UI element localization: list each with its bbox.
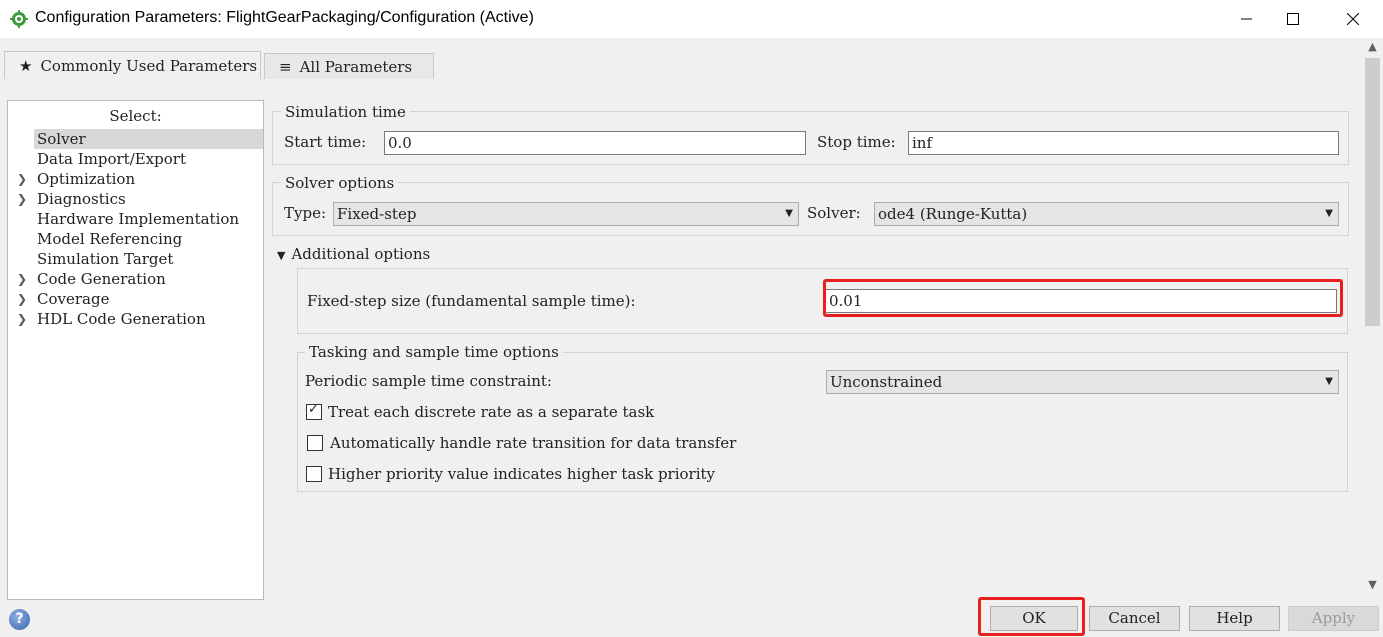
apply-button[interactable]: Apply	[1288, 606, 1379, 631]
tab-commonly-used-parameters[interactable]: ★ Commonly Used Parameters	[4, 51, 261, 79]
tree-item-solver[interactable]: Solver	[34, 129, 263, 149]
help-button[interactable]: Help	[1189, 606, 1280, 631]
close-button[interactable]	[1330, 0, 1376, 38]
chevron-right-icon[interactable]: ❯	[17, 309, 27, 329]
rate-transition-checkbox[interactable]	[307, 435, 323, 451]
tree-item-hardware-implementation[interactable]: Hardware Implementation	[8, 209, 263, 229]
chevron-right-icon[interactable]: ❯	[17, 289, 27, 309]
tree-item-data-import-export[interactable]: Data Import/Export	[8, 149, 263, 169]
tab-label: All Parameters	[299, 57, 413, 76]
step-size-highlight	[823, 279, 1343, 317]
tab-label: Commonly Used Parameters	[40, 56, 258, 75]
stop-time-label: Stop time:	[817, 133, 896, 151]
simulation-time-legend: Simulation time	[281, 103, 410, 121]
rate-transition-label[interactable]: Automatically handle rate transition for…	[330, 434, 736, 452]
minimize-icon	[1241, 18, 1252, 20]
ok-button-highlight	[978, 597, 1085, 636]
dropdown-arrow-icon: ▼	[1325, 376, 1333, 387]
solver-type-label: Type:	[284, 204, 327, 222]
tree-item-model-referencing[interactable]: Model Referencing	[8, 229, 263, 249]
tree-header: Select:	[109, 107, 162, 125]
priority-checkbox[interactable]	[306, 466, 322, 482]
fixed-step-size-label: Fixed-step size (fundamental sample time…	[307, 292, 636, 310]
periodic-constraint-select[interactable]: Unconstrained ▼	[826, 370, 1339, 394]
priority-label[interactable]: Higher priority value indicates higher t…	[328, 465, 715, 483]
tree-item-code-generation[interactable]: ❯ Code Generation	[8, 269, 263, 289]
tree-item-optimization[interactable]: ❯ Optimization	[8, 169, 263, 189]
solver-select[interactable]: ode4 (Runge-Kutta) ▼	[874, 202, 1339, 226]
triangle-down-icon: ▼	[277, 249, 286, 262]
help-icon[interactable]: ?	[9, 609, 30, 630]
title-bar: Configuration Parameters: FlightGearPack…	[0, 0, 1383, 38]
solver-type-select[interactable]: Fixed-step ▼	[333, 202, 799, 226]
cancel-button[interactable]: Cancel	[1089, 606, 1180, 631]
window-title: Configuration Parameters: FlightGearPack…	[35, 9, 534, 26]
maximize-icon	[1287, 13, 1299, 25]
maximize-button[interactable]	[1270, 0, 1316, 38]
tree-item-coverage[interactable]: ❯ Coverage	[8, 289, 263, 309]
start-time-input[interactable]: 0.0	[384, 131, 806, 155]
start-time-label: Start time:	[284, 133, 367, 151]
tree-item-hdl-code-generation[interactable]: ❯ HDL Code Generation	[8, 309, 263, 329]
star-icon: ★	[19, 56, 33, 75]
checkmark-icon: ✓	[308, 402, 319, 417]
tasking-legend: Tasking and sample time options	[305, 343, 563, 361]
scroll-up-icon[interactable]: ▲	[1362, 40, 1383, 57]
stop-time-input[interactable]: inf	[908, 131, 1339, 155]
dropdown-arrow-icon: ▼	[1325, 208, 1333, 219]
solver-options-legend: Solver options	[281, 174, 399, 192]
scrollbar-thumb[interactable]	[1365, 58, 1380, 326]
tab-all-parameters[interactable]: ≡ All Parameters	[264, 53, 434, 79]
vertical-scrollbar[interactable]: ▲ ▼	[1362, 38, 1383, 598]
separate-task-label[interactable]: Treat each discrete rate as a separate t…	[328, 403, 654, 421]
tree-item-simulation-target[interactable]: Simulation Target	[8, 249, 263, 269]
chevron-right-icon[interactable]: ❯	[17, 189, 27, 209]
solver-settings-panel: Simulation time Start time: 0.0 Stop tim…	[272, 100, 1360, 600]
periodic-constraint-label: Periodic sample time constraint:	[305, 372, 552, 390]
solver-label: Solver:	[807, 204, 861, 222]
category-tree: Select: Solver Data Import/Export ❯ Optim…	[7, 100, 264, 600]
separate-task-checkbox[interactable]: ✓	[306, 402, 322, 420]
scroll-down-icon[interactable]: ▼	[1362, 578, 1383, 595]
tree-item-diagnostics[interactable]: ❯ Diagnostics	[8, 189, 263, 209]
chevron-right-icon[interactable]: ❯	[17, 169, 27, 189]
additional-options-toggle[interactable]: ▼ Additional options	[277, 245, 430, 263]
dropdown-arrow-icon: ▼	[785, 208, 793, 219]
list-icon: ≡	[279, 57, 292, 76]
close-icon	[1347, 13, 1359, 25]
gear-icon	[10, 10, 28, 28]
chevron-right-icon[interactable]: ❯	[17, 269, 27, 289]
minimize-button[interactable]	[1224, 0, 1270, 38]
tree-list: Solver Data Import/Export ❯ Optimization …	[8, 129, 263, 329]
